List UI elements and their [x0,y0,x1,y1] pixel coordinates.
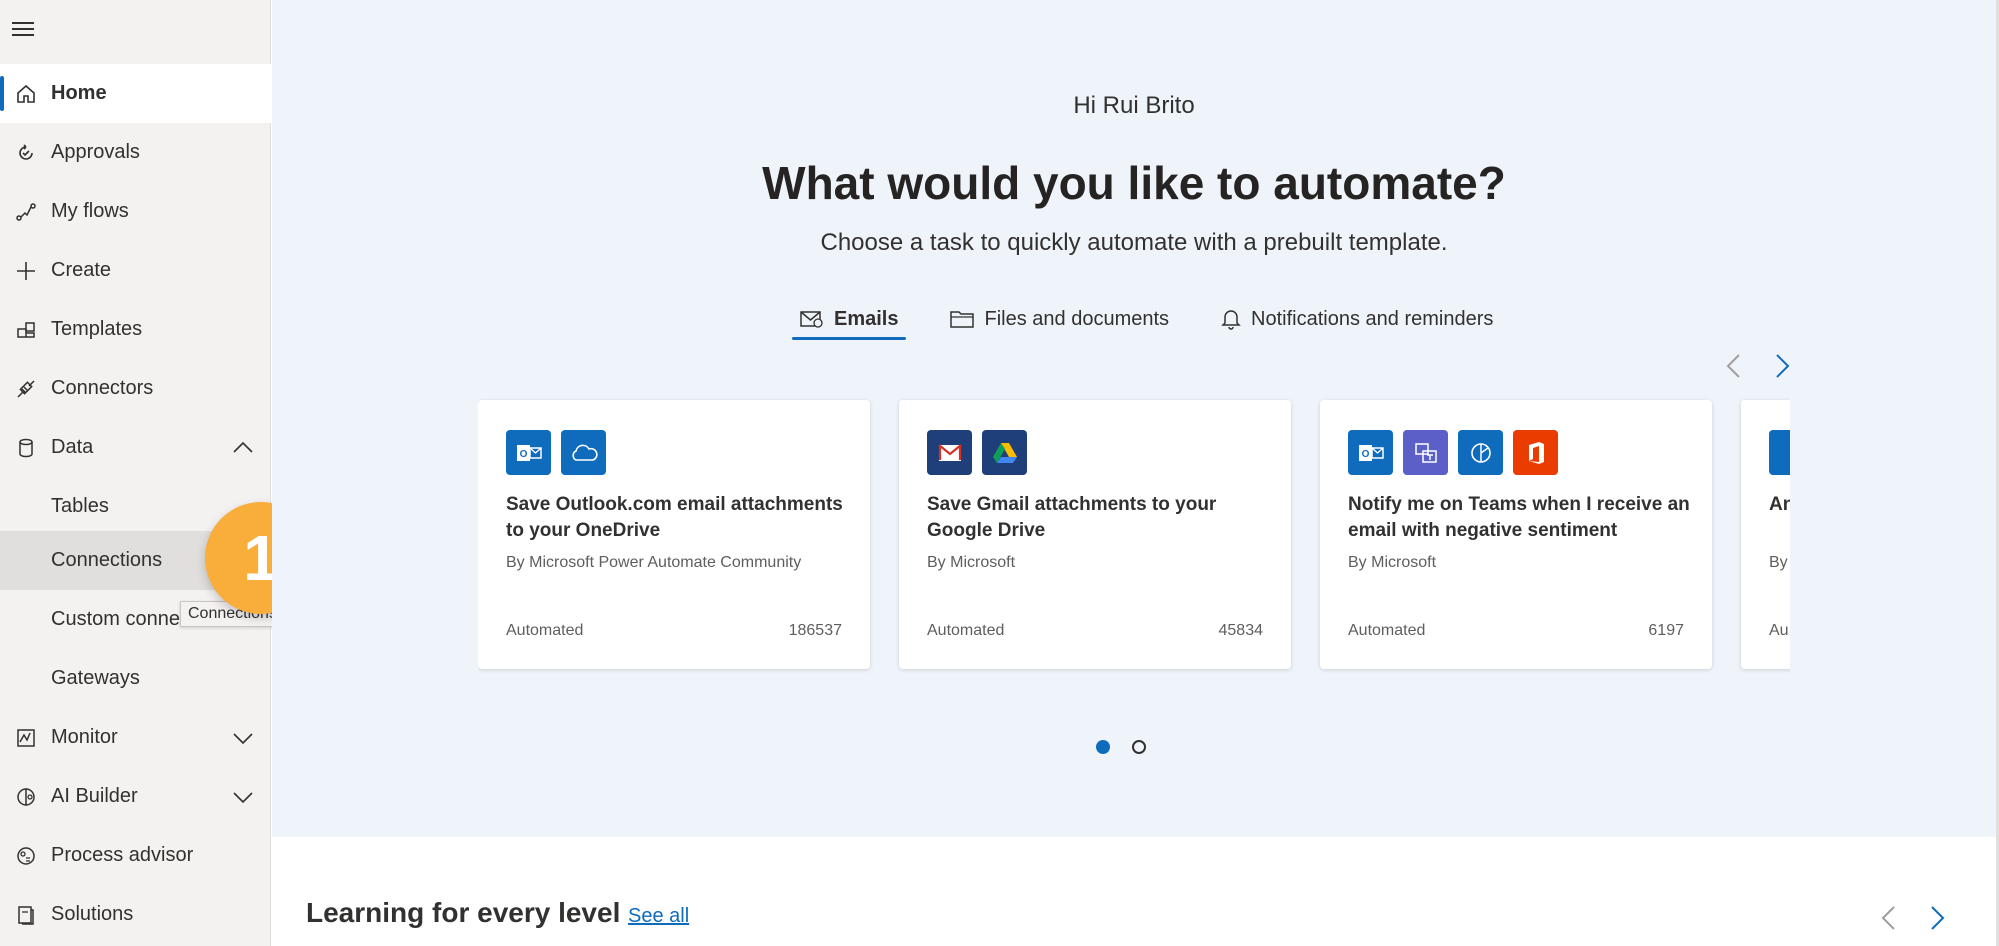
svg-text:O: O [1361,449,1369,460]
sidebar-item-gateways[interactable]: Gateways [0,649,271,708]
folder-icon [950,309,975,329]
home-icon [14,82,38,106]
sidebar-item-solutions[interactable]: Solutions [0,885,271,944]
mail-icon [800,309,824,329]
solutions-icon [14,903,38,927]
sidebar-item-label: Home [51,82,107,104]
carousel-prev-icon[interactable] [1719,351,1749,381]
card-usage-count: 6197 [1648,622,1684,639]
onedrive-icon [561,430,606,475]
greeting: Hi Rui Brito [1073,92,1195,119]
card-usage-count: 186537 [788,622,842,639]
learning-prev-icon[interactable] [1874,903,1904,933]
template-card[interactable]: An th By Au [1741,400,1790,669]
tab-notifications-and-reminders[interactable]: Notifications and reminders [1213,298,1501,340]
templates-icon [14,318,38,342]
sidebar-item-label: Custom conne [51,608,180,630]
sidebar-item-label: Create [51,259,112,281]
card-title: An th [1769,494,1790,515]
card-author: By Microsoft [927,554,1016,571]
tab-emails[interactable]: Emails [792,298,907,340]
teams-icon [1403,430,1448,475]
connectors-icon [14,377,38,401]
sidebar-item-label: AI Builder [51,785,138,807]
template-card[interactable]: O Save Outlook.com email attachments to … [478,400,870,669]
chevron-up-icon[interactable] [231,436,255,460]
sidebar-item-label: Approvals [51,141,140,163]
gmail-icon [927,430,972,475]
outlook-icon: O [506,430,551,475]
approvals-icon [14,141,38,165]
sidebar-item-label: My flows [51,200,129,222]
page-title: What would you like to automate? [762,157,1506,209]
sidebar-item-my-flows[interactable]: My flows [0,182,271,241]
process-advisor-icon [14,844,38,868]
chevron-down-icon[interactable] [231,726,255,750]
carousel-next-icon[interactable] [1767,351,1797,381]
card-author: By Microsoft [1348,554,1437,571]
database-icon [14,436,38,460]
monitor-icon [14,726,38,750]
card-title: Notify me on Teams when I receive an ema… [1348,494,1690,541]
category-tabs: Emails Files and documents Notifications… [792,298,1537,340]
ai-builder-icon [14,785,38,809]
carousel-dot[interactable] [1132,740,1146,754]
card-title: Save Outlook.com email attachments to yo… [506,494,843,541]
sidebar-item-label: Connectors [51,377,154,399]
outlook-icon: O [1348,430,1393,475]
sidebar-item-approvals[interactable]: Approvals [0,123,271,182]
sidebar: Home Approvals My flows Create Templates… [0,0,271,946]
template-card[interactable]: O Notify me on Teams when I receive an e… [1320,400,1712,669]
tab-label: Notifications and reminders [1251,307,1494,330]
card-author: By Microsoft Power Automate Community [506,554,802,571]
card-author: By [1769,554,1788,571]
sidebar-item-data[interactable]: Data [0,418,271,477]
google-drive-icon [982,430,1027,475]
sidebar-item-label: Data [51,436,94,458]
sentiment-icon [1458,430,1503,475]
sidebar-item-home[interactable]: Home [0,64,271,123]
chevron-down-icon[interactable] [231,785,255,809]
see-all-link[interactable]: See all [628,905,689,928]
card-type: Au [1769,622,1789,639]
outlook-icon [1769,430,1790,475]
hamburger-menu-icon[interactable] [12,18,38,42]
bell-icon [1221,308,1241,330]
sidebar-item-label: Monitor [51,726,118,748]
hero-section: Hi Rui Brito What would you like to auto… [272,0,1996,837]
sidebar-item-label: Templates [51,318,143,340]
section-title: Learning for every level [306,897,621,928]
template-card[interactable]: Save Gmail attachments to your Google Dr… [899,400,1291,669]
svg-text:O: O [519,449,527,460]
page-subtitle: Choose a task to quickly automate with a… [820,229,1448,256]
office-icon [1513,430,1558,475]
sidebar-item-label: Connections [51,549,163,571]
tab-files-and-documents[interactable]: Files and documents [942,298,1177,340]
sidebar-item-connectors[interactable]: Connectors [0,359,271,418]
card-type: Automated [506,622,584,639]
sidebar-item-monitor[interactable]: Monitor [0,708,271,767]
plus-icon [14,259,38,283]
sidebar-item-create[interactable]: Create [0,241,271,300]
tab-label: Files and documents [984,307,1170,330]
sidebar-item-templates[interactable]: Templates [0,300,271,359]
sidebar-item-label: Solutions [51,903,134,925]
template-carousel: O Save Outlook.com email attachments to … [478,398,1790,678]
card-title: Save Gmail attachments to your Google Dr… [927,494,1217,541]
sidebar-item-label: Tables [51,495,109,517]
tab-label: Emails [834,307,899,330]
sidebar-item-label: Gateways [51,667,140,689]
sidebar-item-process-advisor[interactable]: Process advisor [0,826,271,885]
card-type: Automated [927,622,1005,639]
sidebar-item-ai-builder[interactable]: AI Builder [0,767,271,826]
card-usage-count: 45834 [1218,622,1264,639]
card-type: Automated [1348,622,1426,639]
sidebar-item-label: Process advisor [51,844,194,866]
learning-next-icon[interactable] [1922,903,1952,933]
flows-icon [14,200,38,224]
carousel-dot-active[interactable] [1096,740,1110,754]
